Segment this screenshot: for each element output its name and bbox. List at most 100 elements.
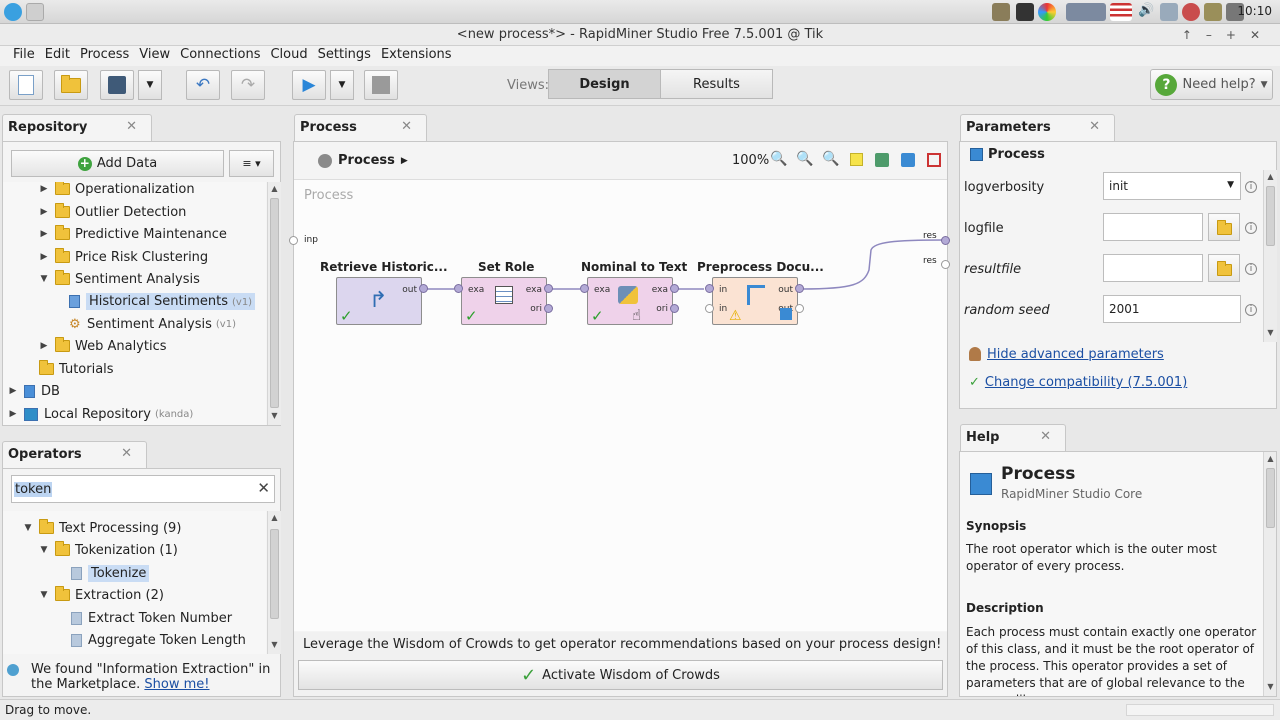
operator-port[interactable] bbox=[454, 284, 463, 293]
tab-parameters[interactable]: Parameters ✕ bbox=[960, 114, 1115, 142]
tray-app-icon[interactable] bbox=[992, 3, 1010, 21]
tab-help[interactable]: Help ✕ bbox=[960, 424, 1066, 452]
menu-file[interactable]: File bbox=[8, 46, 40, 66]
operator-port[interactable] bbox=[795, 284, 804, 293]
tree-item-price-risk-clustering[interactable]: ▶ Price Risk Clustering bbox=[39, 246, 208, 268]
zoom-fit-icon[interactable]: 🔍 bbox=[770, 151, 787, 167]
close-icon[interactable]: ✕ bbox=[1089, 119, 1100, 134]
menu-cloud[interactable]: Cloud bbox=[265, 46, 312, 66]
file-manager-icon[interactable] bbox=[26, 3, 44, 21]
process-canvas[interactable]: Process inp res res Retrieve Historic...… bbox=[289, 179, 950, 631]
logfile-input[interactable] bbox=[1103, 213, 1203, 241]
new-process-button[interactable] bbox=[9, 70, 43, 100]
scroll-thumb[interactable] bbox=[1266, 186, 1275, 246]
operator-port[interactable] bbox=[544, 304, 553, 313]
tree-item-tutorials[interactable]: Tutorials bbox=[39, 358, 114, 380]
info-icon[interactable]: i bbox=[1245, 304, 1257, 316]
tree-item-text-processing[interactable]: ▼ Text Processing (9) bbox=[23, 517, 181, 539]
tree-item-operationalization[interactable]: ▶ Operationalization bbox=[39, 182, 195, 200]
window-controls[interactable]: ↑–+✕ bbox=[1182, 24, 1274, 46]
tree-item-historical-sentiments[interactable]: Historical Sentiments (v1) bbox=[69, 290, 256, 312]
scroll-thumb[interactable] bbox=[1266, 468, 1275, 528]
power-icon[interactable] bbox=[1182, 3, 1200, 21]
auto-wire-icon[interactable] bbox=[875, 153, 889, 167]
menu-view[interactable]: View bbox=[134, 46, 175, 66]
tree-item-predictive-maintenance[interactable]: ▶ Predictive Maintenance bbox=[39, 223, 227, 245]
keyboard-flag-icon[interactable] bbox=[1110, 3, 1132, 21]
fit-screen-icon[interactable] bbox=[927, 153, 941, 167]
scroll-thumb[interactable] bbox=[270, 529, 279, 619]
process-breadcrumb[interactable]: Process ▶ bbox=[318, 153, 408, 168]
run-button[interactable]: ▶ bbox=[292, 70, 326, 100]
tree-item-aggregate-token-length[interactable]: Aggregate Token Length bbox=[71, 629, 246, 651]
resultfile-browse-button[interactable] bbox=[1208, 254, 1240, 282]
design-view-button[interactable]: Design bbox=[548, 69, 661, 99]
workspace-switcher-icon[interactable] bbox=[1066, 3, 1106, 21]
tools-icon[interactable] bbox=[1204, 3, 1222, 21]
operator-retrieve[interactable]: ↱ out ✓ bbox=[336, 277, 422, 325]
scroll-down-icon[interactable]: ▼ bbox=[1264, 682, 1276, 694]
canvas-output-port-2[interactable] bbox=[941, 260, 950, 269]
scroll-up-icon[interactable]: ▲ bbox=[268, 184, 281, 196]
scroll-down-icon[interactable]: ▼ bbox=[268, 640, 281, 652]
info-icon[interactable]: i bbox=[1245, 263, 1257, 275]
operator-port[interactable] bbox=[670, 284, 679, 293]
tree-item-db[interactable]: ▶ DB bbox=[8, 380, 60, 402]
network-icon[interactable] bbox=[1160, 3, 1178, 21]
help-scrollbar[interactable]: ▲ ▼ bbox=[1263, 452, 1276, 696]
scroll-up-icon[interactable]: ▲ bbox=[1264, 454, 1276, 466]
save-button[interactable] bbox=[100, 70, 134, 100]
browser-icon[interactable] bbox=[1038, 3, 1056, 21]
info-icon[interactable]: i bbox=[1245, 222, 1257, 234]
window-title-bar[interactable]: <new process*> - RapidMiner Studio Free … bbox=[0, 24, 1280, 46]
menu-settings[interactable]: Settings bbox=[313, 46, 376, 66]
hide-advanced-link[interactable]: Hide advanced parameters bbox=[987, 347, 1164, 362]
random-seed-input[interactable]: 2001 bbox=[1103, 295, 1241, 323]
tree-item-extraction[interactable]: ▼ Extraction (2) bbox=[39, 584, 164, 606]
add-note-icon[interactable] bbox=[850, 153, 863, 166]
resultfile-input[interactable] bbox=[1103, 254, 1203, 282]
operator-nominal-to-text[interactable]: exa exa ori ✓ ☝ bbox=[587, 277, 673, 325]
redo-button[interactable]: ↷ bbox=[231, 70, 265, 100]
menu-extensions[interactable]: Extensions bbox=[376, 46, 457, 66]
close-icon[interactable]: ✕ bbox=[401, 119, 412, 134]
open-button[interactable] bbox=[54, 70, 88, 100]
canvas-output-port-1[interactable] bbox=[941, 236, 950, 245]
scroll-up-icon[interactable]: ▲ bbox=[268, 513, 281, 525]
operator-set-role[interactable]: exa exa ori ✓ bbox=[461, 277, 547, 325]
clear-search-icon[interactable]: ✕ bbox=[257, 479, 270, 497]
tree-item-tokenization[interactable]: ▼ Tokenization (1) bbox=[39, 539, 178, 561]
operator-search-box[interactable]: token ✕ bbox=[11, 475, 275, 503]
close-icon[interactable]: ✕ bbox=[121, 446, 132, 461]
run-dropdown-button[interactable]: ▼ bbox=[330, 70, 354, 100]
info-icon[interactable]: i bbox=[1245, 181, 1257, 193]
tab-process[interactable]: Process ✕ bbox=[294, 114, 427, 142]
show-me-link[interactable]: Show me! bbox=[144, 677, 209, 692]
parameters-scrollbar[interactable]: ▲ ▼ bbox=[1263, 170, 1277, 342]
scroll-down-icon[interactable]: ▼ bbox=[268, 411, 281, 423]
scroll-down-icon[interactable]: ▼ bbox=[1264, 328, 1277, 340]
tree-item-sentiment-analysis-folder[interactable]: ▼ Sentiment Analysis bbox=[39, 268, 200, 290]
scroll-thumb[interactable] bbox=[270, 198, 279, 408]
arrange-icon[interactable] bbox=[901, 153, 915, 167]
operator-port[interactable] bbox=[705, 284, 714, 293]
operator-port[interactable] bbox=[419, 284, 428, 293]
tree-item-outlier-detection[interactable]: ▶ Outlier Detection bbox=[39, 201, 186, 223]
close-icon[interactable]: ✕ bbox=[126, 119, 137, 134]
launcher-icon[interactable] bbox=[4, 3, 22, 21]
operator-scrollbar[interactable]: ▲ ▼ bbox=[267, 511, 281, 654]
close-icon[interactable]: ✕ bbox=[1040, 429, 1051, 444]
zoom-in-icon[interactable]: 🔍 bbox=[796, 151, 813, 167]
need-help-button[interactable]: ? Need help? ▼ bbox=[1150, 69, 1273, 100]
scroll-up-icon[interactable]: ▲ bbox=[1264, 172, 1277, 184]
operator-port[interactable] bbox=[580, 284, 589, 293]
change-compatibility-link[interactable]: Change compatibility (7.5.001) bbox=[985, 375, 1187, 390]
stop-button[interactable] bbox=[364, 70, 398, 100]
canvas-input-port[interactable] bbox=[289, 236, 298, 245]
operator-port[interactable] bbox=[705, 304, 714, 313]
zoom-out-icon[interactable]: 🔍 bbox=[822, 151, 839, 167]
menu-process[interactable]: Process bbox=[75, 46, 134, 66]
add-data-button[interactable]: + Add Data bbox=[11, 150, 224, 177]
operator-preprocess-documents[interactable]: in in out out ⚠ bbox=[712, 277, 798, 325]
operator-port[interactable] bbox=[670, 304, 679, 313]
